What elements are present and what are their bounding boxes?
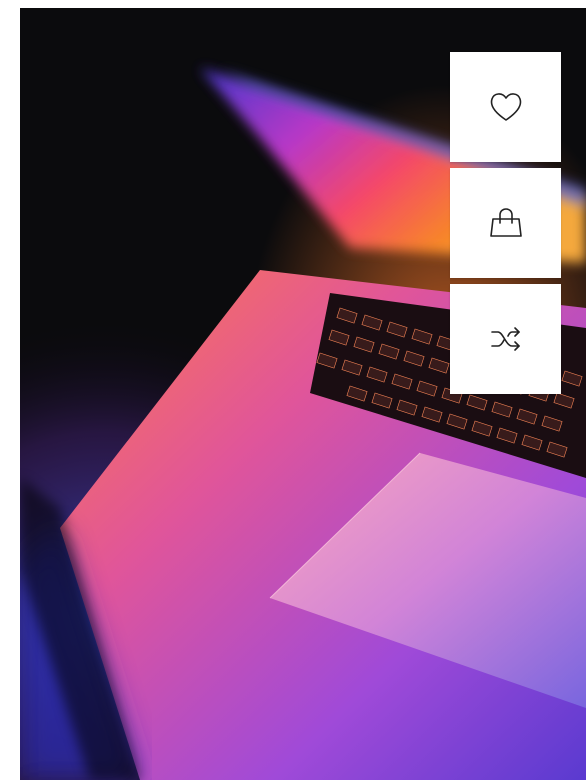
shopping-bag-icon <box>489 208 522 237</box>
compare-button[interactable] <box>450 284 561 394</box>
heart-icon <box>490 93 521 121</box>
wishlist-button[interactable] <box>450 52 561 162</box>
add-to-cart-button[interactable] <box>450 168 561 278</box>
product-card <box>20 8 586 780</box>
shuffle-icon <box>490 327 520 351</box>
product-action-buttons <box>450 52 561 394</box>
